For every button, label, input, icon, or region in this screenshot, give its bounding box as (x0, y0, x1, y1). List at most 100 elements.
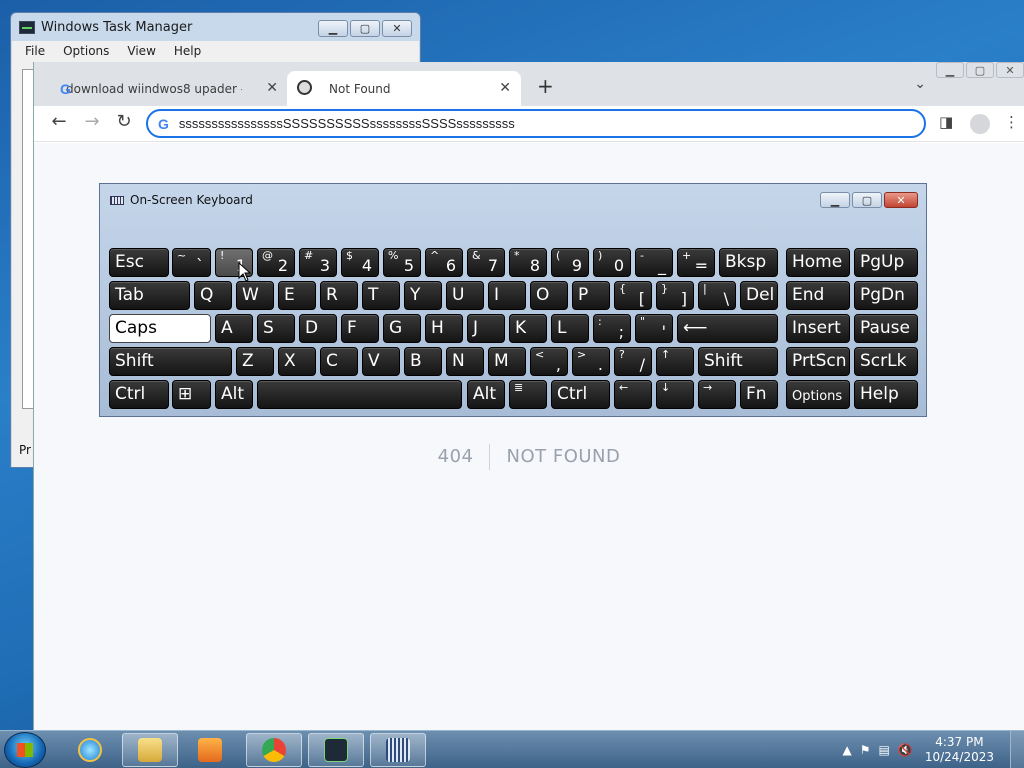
key-equals[interactable]: + = (677, 248, 715, 277)
key-right-bracket[interactable]: }] (656, 281, 694, 310)
key-caps[interactable]: Caps (109, 314, 211, 343)
taskbar-task-manager[interactable] (308, 733, 364, 767)
key-a[interactable]: A (215, 314, 253, 343)
key-windows[interactable]: ⊞ (172, 380, 211, 409)
taskbar-media-player[interactable] (182, 733, 238, 767)
key-w[interactable]: W (236, 281, 274, 310)
key-right-shift[interactable]: Shift (698, 347, 778, 376)
address-input[interactable] (178, 116, 879, 131)
key-left-alt[interactable]: Alt (215, 380, 253, 409)
key-k[interactable]: K (509, 314, 547, 343)
key-g[interactable]: G (383, 314, 421, 343)
key-e[interactable]: E (278, 281, 316, 310)
key-5[interactable]: % 5 (383, 248, 421, 277)
key-comma[interactable]: <, (530, 347, 568, 376)
key-l[interactable]: L (551, 314, 589, 343)
profile-avatar[interactable] (970, 114, 990, 134)
key-p[interactable]: P (572, 281, 610, 310)
menu-help[interactable]: Help (165, 44, 210, 58)
close-button[interactable]: ✕ (382, 20, 412, 37)
key-enter[interactable]: ⟵ (677, 314, 778, 343)
key-o[interactable]: O (530, 281, 568, 310)
key-backslash[interactable]: | \ (698, 281, 736, 310)
key-3[interactable]: #3 (299, 248, 337, 277)
maximize-button[interactable]: ▢ (350, 20, 380, 37)
key-quote[interactable]: " ' (635, 314, 673, 343)
key-y[interactable]: Y (404, 281, 442, 310)
menu-view[interactable]: View (118, 44, 164, 58)
key-del[interactable]: Del (740, 281, 778, 310)
key-left-arrow[interactable]: ← (614, 380, 652, 409)
key-menu[interactable]: ≣ (509, 380, 547, 409)
action-center-icon[interactable]: ⚑ (860, 743, 871, 757)
key-left-bracket[interactable]: {[ (614, 281, 652, 310)
key-i[interactable]: I (488, 281, 526, 310)
key-minus[interactable]: - _ (635, 248, 673, 277)
minimize-button[interactable]: ▁ (318, 20, 348, 37)
key-options[interactable]: Options (786, 380, 850, 409)
key-n[interactable]: N (446, 347, 484, 376)
key-tilde[interactable]: ~ ` (172, 248, 211, 277)
taskbar-chrome[interactable] (246, 733, 302, 767)
key-scrlk[interactable]: ScrLk (854, 347, 918, 376)
chrome-close-button[interactable]: ✕ (996, 62, 1024, 78)
close-tab-icon[interactable]: ✕ (266, 80, 278, 96)
key-pause[interactable]: Pause (854, 314, 918, 343)
forward-icon[interactable]: → (79, 111, 105, 132)
osk-titlebar[interactable]: On-Screen Keyboard (100, 184, 926, 216)
key-0[interactable]: ) 0 (593, 248, 631, 277)
key-b[interactable]: B (404, 347, 442, 376)
key-m[interactable]: M (488, 347, 526, 376)
address-bar[interactable]: G (146, 109, 926, 138)
taskbar-file-explorer[interactable] (122, 733, 178, 767)
chrome-minimize-button[interactable]: ▁ (936, 62, 964, 78)
key-6[interactable]: ^ 6 (425, 248, 463, 277)
tab-download[interactable]: G download wiindwos8 upader - G ✕ (42, 71, 288, 106)
new-tab-button[interactable]: + (537, 74, 554, 98)
key-q[interactable]: Q (194, 281, 232, 310)
key-c[interactable]: C (320, 347, 358, 376)
key-r[interactable]: R (320, 281, 358, 310)
key-esc[interactable]: Esc (109, 248, 169, 277)
tab-not-found[interactable]: Not Found ✕ (287, 71, 521, 106)
show-hidden-icons-icon[interactable]: ▲ (843, 743, 852, 757)
start-button[interactable] (4, 732, 46, 768)
key-8[interactable]: * 8 (509, 248, 547, 277)
key-home[interactable]: Home (786, 248, 850, 277)
key-s[interactable]: S (257, 314, 295, 343)
key-h[interactable]: H (425, 314, 463, 343)
key-semicolon[interactable]: :; (593, 314, 631, 343)
key-pgdn[interactable]: PgDn (854, 281, 918, 310)
key-end[interactable]: End (786, 281, 850, 310)
key-fn[interactable]: Fn (740, 380, 778, 409)
key-right-ctrl[interactable]: Ctrl (551, 380, 610, 409)
key-down-arrow[interactable]: ↓ (656, 380, 694, 409)
key-backspace[interactable]: Bksp (719, 248, 778, 277)
key-9[interactable]: (9 (551, 248, 589, 277)
key-left-shift[interactable]: Shift (109, 347, 232, 376)
menu-options[interactable]: Options (54, 44, 118, 58)
volume-muted-icon[interactable]: 🔇 (898, 743, 913, 757)
key-tab[interactable]: Tab (109, 281, 190, 310)
key-x[interactable]: X (278, 347, 316, 376)
key-d[interactable]: D (299, 314, 337, 343)
chrome-maximize-button[interactable]: ▢ (966, 62, 994, 78)
key-pgup[interactable]: PgUp (854, 248, 918, 277)
osk-minimize-button[interactable]: ▁ (820, 192, 850, 208)
key-u[interactable]: U (446, 281, 484, 310)
close-tab-icon[interactable]: ✕ (499, 80, 511, 96)
key-4[interactable]: $4 (341, 248, 379, 277)
key-left-ctrl[interactable]: Ctrl (109, 380, 169, 409)
key-t[interactable]: T (362, 281, 400, 310)
menu-file[interactable]: File (16, 44, 54, 58)
osk-maximize-button[interactable]: ▢ (852, 192, 882, 208)
key-help[interactable]: Help (854, 380, 918, 409)
key-period[interactable]: >. (572, 347, 610, 376)
side-panel-icon[interactable]: ◨ (939, 113, 953, 131)
key-f[interactable]: F (341, 314, 379, 343)
osk-close-button[interactable]: ✕ (884, 192, 918, 208)
key-7[interactable]: & 7 (467, 248, 505, 277)
reload-icon[interactable]: ↻ (111, 111, 137, 132)
key-v[interactable]: V (362, 347, 400, 376)
key-2[interactable]: @2 (257, 248, 295, 277)
